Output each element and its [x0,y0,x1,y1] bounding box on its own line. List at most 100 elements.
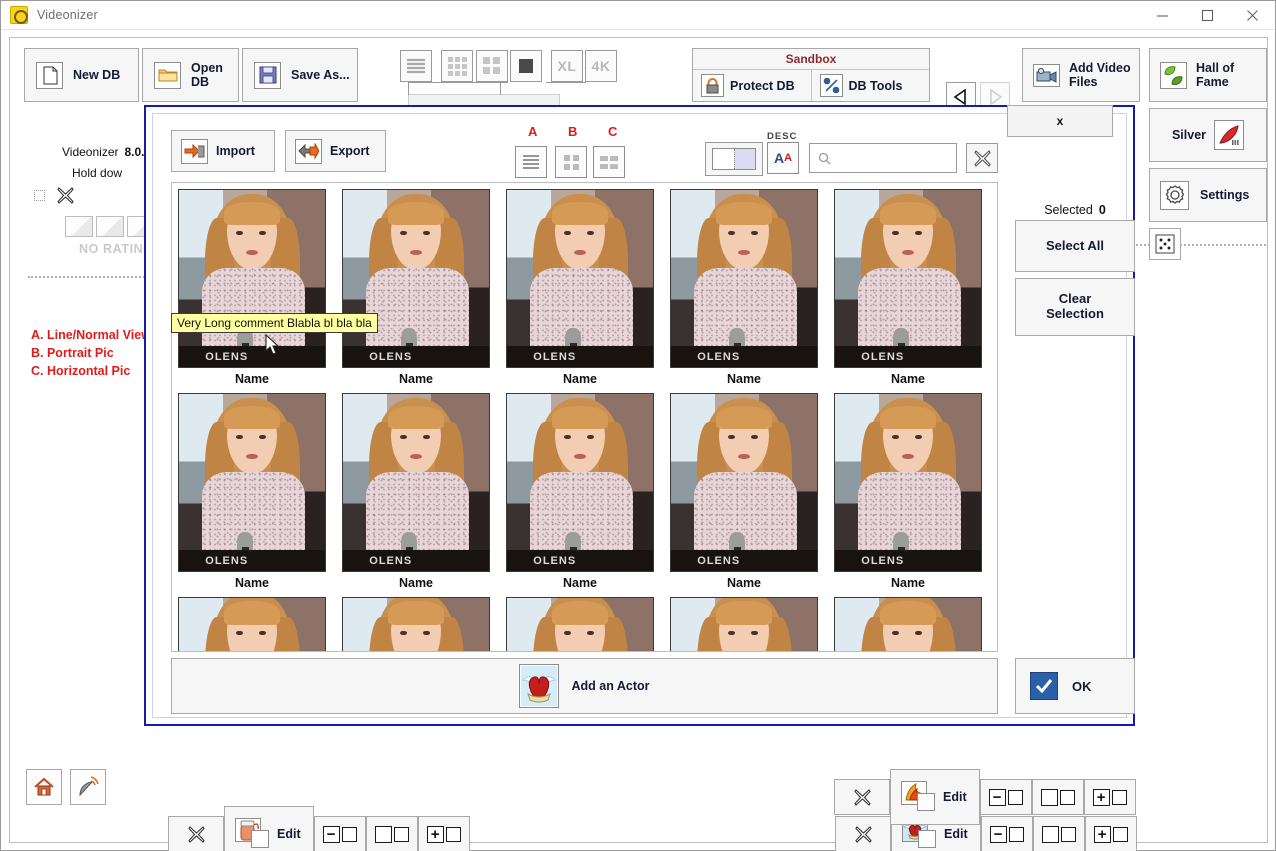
no-rating-label: NO RATING [79,242,154,256]
xl-view-button[interactable]: XL [551,50,583,82]
minus-button-3[interactable]: − [979,779,1032,815]
actor-name: Name [562,372,598,386]
random-dice-button[interactable] [1149,228,1181,260]
plus-button-2[interactable]: + [1084,816,1137,851]
edit-label-2: Edit [944,827,968,841]
actor-grid-panel[interactable]: OLENS Name OLENS Name OLENS Name OLENS Name OLEN… [171,182,998,652]
actor-cell[interactable]: OLENS Name [670,189,834,393]
mode-c-button[interactable] [593,146,625,178]
plus-button-1[interactable]: + [417,816,470,851]
actor-thumbnail[interactable]: OLENS [342,393,490,572]
clear-button-1[interactable] [168,816,224,851]
ok-button[interactable]: OK [1015,658,1135,714]
add-video-files-button[interactable]: Add Video Files [1022,48,1140,102]
open-db-button[interactable]: Open DB [142,48,239,102]
plus-label-3: + [1096,788,1106,806]
actor-thumbnail[interactable]: OLENS [834,393,982,572]
search-field[interactable] [809,143,957,173]
export-button[interactable]: Export [285,130,386,172]
blank-button-3[interactable] [1031,779,1084,815]
actor-thumbnail[interactable]: OLENS [670,189,818,368]
clear-button-3[interactable] [834,779,890,815]
mode-a-button[interactable] [515,146,547,178]
grid9-icon [447,56,467,76]
minimize-button[interactable] [1140,1,1185,29]
actor-cell[interactable]: OLENS Name [834,189,997,393]
actor-thumbnail[interactable]: OLENS [670,393,818,572]
single-view-button[interactable] [510,50,542,82]
actor-cell-partial[interactable]: OLENS [506,597,670,651]
actor-cell-partial[interactable]: OLENS [670,597,834,651]
edit-button-3[interactable]: Edit [890,769,980,825]
4k-view-button[interactable]: 4K [585,50,617,82]
save-as-button[interactable]: Save As... [242,48,358,102]
clear-button-2[interactable] [835,816,891,851]
actor-photo: OLENS [507,598,653,651]
actor-thumbnail[interactable]: OLENS [834,597,982,651]
new-db-label: New DB [73,67,121,82]
actor-cell-partial[interactable]: OLENS [834,597,997,651]
maximize-button[interactable] [1185,1,1230,29]
rating-star-1[interactable] [65,216,93,237]
actor-cell[interactable]: OLENS Name [178,189,342,393]
list-view-button[interactable] [400,50,432,82]
sort-alpha-button[interactable]: AA [767,142,799,174]
edit-button-1[interactable]: Edit [224,806,314,851]
actor-cell[interactable]: OLENS Name [342,189,506,393]
minus-button-2[interactable]: − [980,816,1033,851]
select-all-button[interactable]: Select All [1015,220,1135,272]
rating-clear-icon[interactable] [56,186,75,210]
actor-thumbnail[interactable]: OLENS [670,597,818,651]
actor-thumbnail[interactable]: OLENS [506,393,654,572]
silver-button[interactable]: Silver [1149,108,1267,162]
clear-selection-button[interactable]: Clear Selection [1015,278,1135,336]
search-input[interactable] [837,150,952,166]
actor-thumbnail[interactable]: OLENS [342,597,490,651]
hall-of-fame-button[interactable]: Hall of Fame [1149,48,1267,102]
export-label: Export [330,143,370,158]
heart-wings-icon [519,664,560,708]
version-line: Videonizer 8.0.0 [62,145,151,159]
blank-button-2[interactable] [1032,816,1085,851]
actor-cell-partial[interactable]: OLENS [342,597,506,651]
actor-thumbnail[interactable]: OLENS [178,597,326,651]
dialog-x-button[interactable]: x [1007,105,1113,137]
db-tools-icon [819,74,843,97]
rating-star-2[interactable] [96,216,124,237]
actor-thumbnail[interactable]: OLENS [342,189,490,368]
small-grid-view-button[interactable] [441,50,473,82]
db-tools-button[interactable]: DB Tools [812,70,930,101]
settings-button[interactable]: Settings [1149,168,1267,222]
import-button[interactable]: Import [171,130,275,172]
actor-thumbnail[interactable]: OLENS [506,597,654,651]
new-db-button[interactable]: New DB [24,48,139,102]
actor-thumbnail[interactable]: OLENS [834,189,982,368]
actor-cell[interactable]: OLENS Name [506,189,670,393]
satellite-button[interactable] [70,769,106,805]
clear-search-button[interactable] [966,143,998,173]
actor-cell[interactable]: OLENS Name [670,393,834,597]
clear-selection-label: Clear Selection [1046,291,1104,321]
rating-checkbox[interactable] [34,190,45,201]
actor-thumbnail[interactable]: OLENS [506,189,654,368]
actor-cell[interactable]: OLENS Name [834,393,997,597]
actor-cell[interactable]: OLENS Name [342,393,506,597]
add-an-actor-button[interactable]: Add an Actor [171,658,998,714]
close-x-icon [187,825,205,843]
mode-b-button[interactable] [555,146,587,178]
home-button[interactable] [26,769,62,805]
actor-grid: OLENS Name OLENS Name OLENS Name OLENS Name OLEN… [172,183,997,651]
view-mode-connector [408,82,508,83]
minus-button-1[interactable]: − [313,816,366,851]
medium-grid-view-button[interactable] [476,50,508,82]
actor-cell[interactable]: OLENS Name [178,393,342,597]
protect-db-button[interactable]: Protect DB [693,70,811,101]
actor-thumbnail[interactable]: OLENS [178,189,326,368]
actor-cell[interactable]: OLENS Name [506,393,670,597]
plus-button-3[interactable]: + [1083,779,1136,815]
blank-button-1[interactable] [365,816,418,851]
actor-cell-partial[interactable]: OLENS [178,597,342,651]
split-view-toggle[interactable] [705,142,763,176]
actor-thumbnail[interactable]: OLENS [178,393,326,572]
close-button[interactable] [1230,1,1275,29]
